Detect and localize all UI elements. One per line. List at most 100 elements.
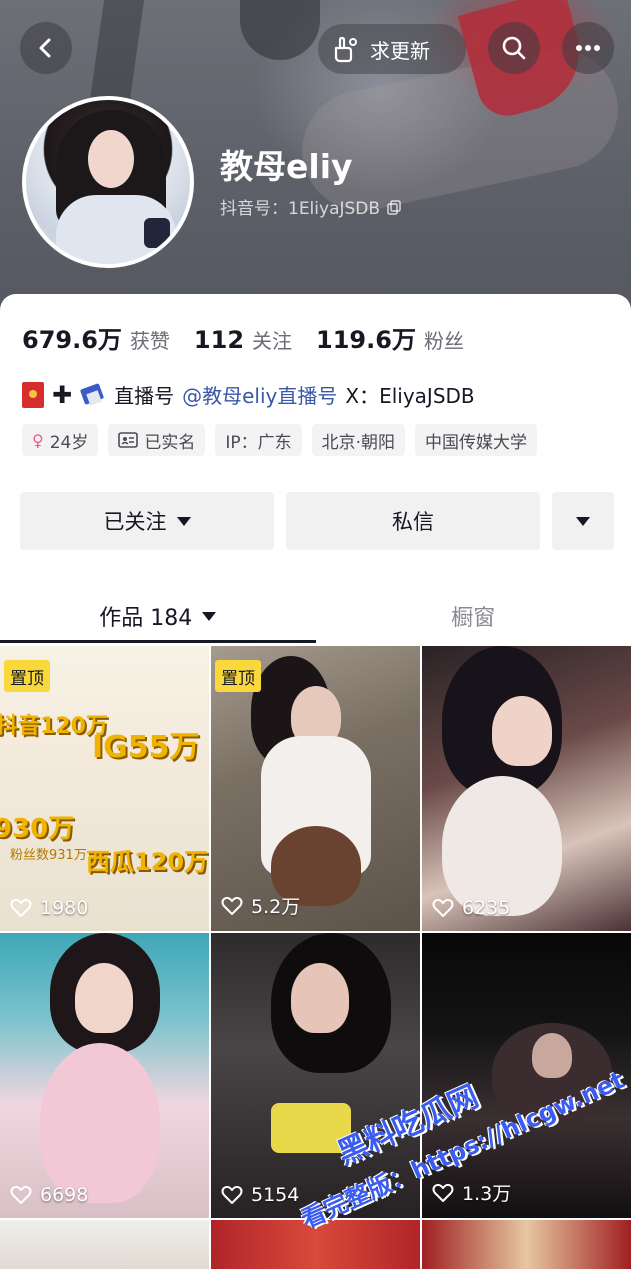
video-thumbnail[interactable]: 6698	[0, 933, 209, 1218]
thumb-text: 粉丝数931万	[10, 848, 87, 863]
fans-count: 119.6万	[316, 326, 416, 354]
id-card-icon	[118, 432, 139, 448]
video-grid: 抖音120万 IG55万 930万 粉丝数931万 西瓜120万 置顶 1980…	[0, 646, 631, 1269]
thumb-text: 930万	[0, 814, 75, 844]
profile-info-card: 679.6万 获赞 112 关注 119.6万 粉丝 ✚ 直播号 @教母eliy…	[0, 294, 631, 634]
video-thumbnail[interactable]: 置顶 5.2万	[211, 646, 420, 931]
active-tab-indicator	[0, 640, 316, 643]
following-count: 112	[193, 326, 245, 354]
followed-label: 已关注	[103, 510, 167, 534]
fans-label: 粉丝	[423, 329, 464, 353]
tag-verified-text: 已实名	[144, 432, 196, 453]
douyin-id[interactable]: 抖音号：1EliyaJSDB	[220, 194, 402, 219]
tag-location[interactable]: 北京·朝阳	[311, 424, 406, 456]
bio-suffix: X：EliyaJSDB	[345, 384, 475, 408]
thumb-text: 西瓜120万	[86, 848, 209, 876]
bio-mention-link[interactable]: @教母eliy直播号	[182, 380, 337, 409]
followed-button[interactable]: 已关注	[20, 492, 274, 550]
video-likes-count: 1980	[40, 897, 89, 919]
douyin-id-text: 抖音号：1EliyaJSDB	[220, 199, 381, 219]
video-thumbnail[interactable]: 1.3万	[422, 933, 631, 1218]
heart-icon	[221, 1185, 243, 1204]
tag-ip: IP：广东	[215, 424, 302, 456]
more-actions-button[interactable]	[552, 492, 614, 550]
video-thumbnail[interactable]	[422, 1220, 631, 1269]
video-thumbnail[interactable]	[211, 1220, 420, 1269]
tag-school-text: 中国传媒大学	[425, 432, 528, 453]
tag-ip-text: IP：广东	[225, 432, 292, 453]
content-tabs: 作品 184 橱窗	[0, 588, 631, 644]
red-envelope-icon	[22, 381, 44, 408]
action-row: 已关注 私信	[20, 492, 614, 550]
more-button[interactable]	[562, 22, 614, 74]
video-likes-count: 6235	[462, 897, 511, 919]
tag-school[interactable]: 中国传媒大学	[415, 424, 538, 456]
thumb-figure	[291, 963, 349, 1033]
avatar-face	[88, 130, 134, 188]
plus-icon: ✚	[52, 380, 73, 409]
following-label: 关注	[252, 329, 293, 353]
heart-icon	[432, 1183, 454, 1202]
tab-shop-label: 橱窗	[451, 606, 496, 631]
tag-age: ♀ 24岁	[22, 424, 99, 456]
pinned-badge: 置顶	[4, 660, 50, 692]
stat-fans[interactable]: 119.6万 粉丝	[316, 320, 464, 355]
tag-verified[interactable]: 已实名	[108, 424, 206, 456]
video-likes: 6698	[10, 1184, 88, 1206]
caret-down-icon	[176, 516, 191, 526]
video-likes-count: 5.2万	[251, 896, 301, 918]
video-likes-count: 5154	[251, 1184, 300, 1206]
stat-likes[interactable]: 679.6万 获赞	[22, 320, 170, 355]
video-likes: 6235	[432, 897, 510, 919]
video-thumbnail[interactable]: 6235	[422, 646, 631, 931]
thumb-figure	[532, 1033, 572, 1078]
request-update-button[interactable]: 求更新	[318, 24, 466, 74]
thumb-text: IG55万	[92, 730, 200, 765]
video-thumbnail[interactable]: 5154	[211, 933, 420, 1218]
video-thumbnail[interactable]: 抖音120万 IG55万 930万 粉丝数931万 西瓜120万 置顶 1980	[0, 646, 209, 931]
female-icon: ♀	[32, 430, 44, 450]
tag-location-text: 北京·朝阳	[321, 432, 396, 453]
bio-prefix: 直播号	[114, 384, 175, 408]
thumb-figure	[442, 776, 562, 916]
bio: ✚ 直播号 @教母eliy直播号 X：EliyaJSDB	[22, 380, 475, 409]
stat-following[interactable]: 112 关注	[194, 325, 292, 354]
cover-shade	[240, 0, 320, 60]
flag-icon	[80, 382, 106, 408]
hand-point-icon	[334, 36, 357, 63]
tag-row: ♀ 24岁 已实名 IP：广东 北京·朝阳 中国传媒大学	[22, 424, 538, 456]
avatar-badge	[144, 218, 170, 248]
message-label: 私信	[392, 510, 434, 534]
video-likes-count: 6698	[40, 1184, 89, 1206]
video-likes-count: 1.3万	[462, 1183, 512, 1205]
heart-icon	[221, 896, 243, 915]
thumb-figure	[40, 1043, 160, 1203]
video-likes: 5.2万	[221, 892, 300, 919]
tab-works-label: 作品 184	[99, 606, 193, 631]
video-likes: 1980	[10, 897, 88, 919]
video-likes: 1.3万	[432, 1179, 511, 1206]
heart-icon	[10, 898, 32, 917]
back-button[interactable]	[20, 22, 72, 74]
more-dots-icon	[576, 45, 600, 51]
avatar[interactable]	[22, 96, 194, 268]
heart-icon	[10, 1185, 32, 1204]
search-button[interactable]	[488, 22, 540, 74]
thumb-figure	[492, 696, 552, 766]
caret-down-icon	[576, 516, 590, 526]
message-button[interactable]: 私信	[286, 492, 540, 550]
video-thumbnail[interactable]	[0, 1220, 209, 1269]
tag-age-text: 24岁	[49, 432, 89, 453]
caret-down-icon	[202, 611, 217, 621]
tab-works[interactable]: 作品 184	[0, 588, 316, 644]
tab-shop-window[interactable]: 橱窗	[316, 588, 631, 644]
chevron-left-icon	[39, 38, 51, 58]
likes-count: 679.6万	[22, 326, 122, 354]
heart-icon	[432, 898, 454, 917]
stats-row: 679.6万 获赞 112 关注 119.6万 粉丝	[22, 320, 464, 355]
thumb-figure	[271, 1103, 351, 1153]
copy-icon	[387, 199, 401, 215]
thumb-figure	[75, 963, 133, 1033]
pinned-badge: 置顶	[215, 660, 261, 692]
request-update-label: 求更新	[370, 38, 430, 63]
